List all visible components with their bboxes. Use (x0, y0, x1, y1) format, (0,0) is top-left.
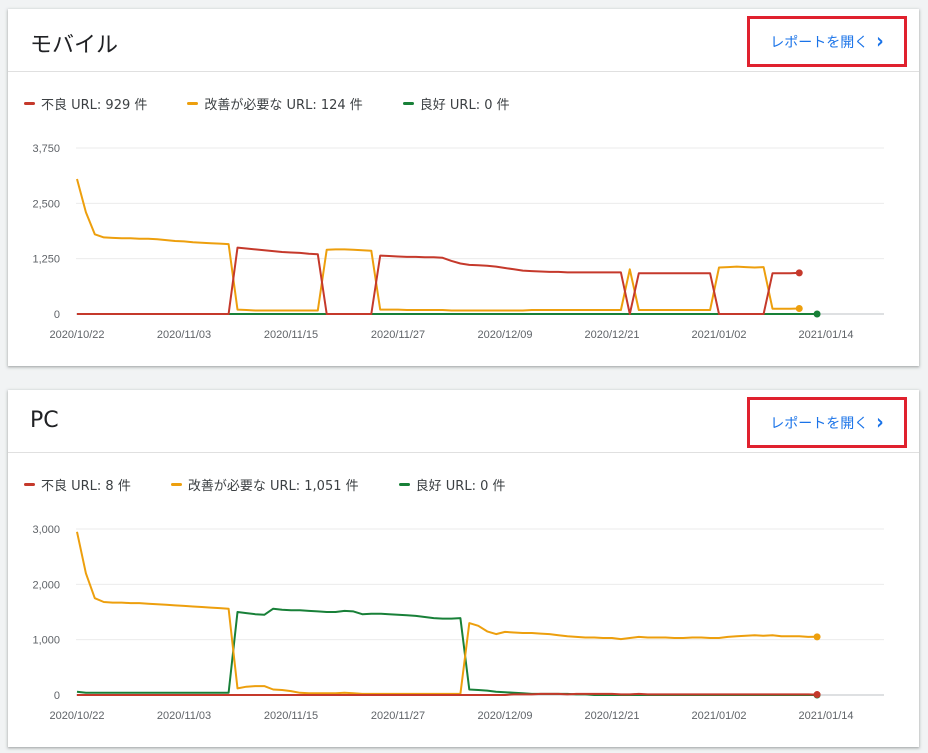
y-tick-label: 2,500 (32, 198, 60, 210)
y-tick-label: 1,250 (32, 254, 60, 266)
series-endpoint-needs (813, 633, 821, 641)
series-endpoint-bad (795, 269, 803, 277)
mobile-line-chart[interactable]: 0 1,250 2,500 3,750 2020/10/22 2020/11/03 2020… (8, 9, 919, 366)
x-tick-label: 2020/12/21 (584, 329, 639, 341)
series-endpoint-good (813, 310, 821, 318)
series-line-bad (77, 246, 800, 315)
pc-line-chart[interactable]: 0 1,000 2,000 3,000 2020/10/22 2020/11/03 2020… (8, 390, 919, 747)
y-tick-label: 2,000 (32, 579, 60, 591)
series-endpoint-needs (795, 305, 803, 313)
x-tick-label: 2021/01/02 (691, 710, 746, 722)
x-tick-label: 2020/11/27 (371, 710, 425, 722)
x-tick-label: 2020/12/09 (477, 329, 532, 341)
series-endpoint-bad (813, 691, 821, 699)
y-tick-label: 0 (54, 309, 60, 321)
y-tick-label: 3,000 (32, 524, 60, 536)
x-tick-label: 2020/10/22 (49, 329, 104, 341)
mobile-card: モバイル レポートを開く › 不良 URL: 929 件 改善が必要な URL:… (8, 9, 919, 366)
x-tick-label: 2021/01/02 (691, 329, 746, 341)
y-tick-label: 3,750 (32, 143, 60, 155)
y-tick-label: 0 (54, 690, 60, 702)
series-line-good (76, 607, 818, 696)
x-tick-label: 2020/12/09 (477, 710, 532, 722)
x-tick-label: 2020/12/21 (584, 710, 639, 722)
x-tick-label: 2020/11/15 (264, 710, 318, 722)
x-tick-label: 2020/11/27 (371, 329, 425, 341)
series-line-needs (76, 531, 818, 695)
series-line-bad (77, 692, 818, 696)
x-tick-label: 2021/01/14 (798, 329, 853, 341)
x-tick-label: 2020/11/03 (157, 710, 211, 722)
x-tick-label: 2020/10/22 (49, 710, 104, 722)
x-tick-label: 2021/01/14 (798, 710, 853, 722)
y-tick-label: 1,000 (32, 635, 60, 647)
x-tick-label: 2020/11/15 (264, 329, 318, 341)
pc-card: PC レポートを開く › 不良 URL: 8 件 改善が必要な URL: 1,0… (8, 390, 919, 747)
series-line-needs (76, 178, 800, 312)
x-tick-label: 2020/11/03 (157, 329, 211, 341)
